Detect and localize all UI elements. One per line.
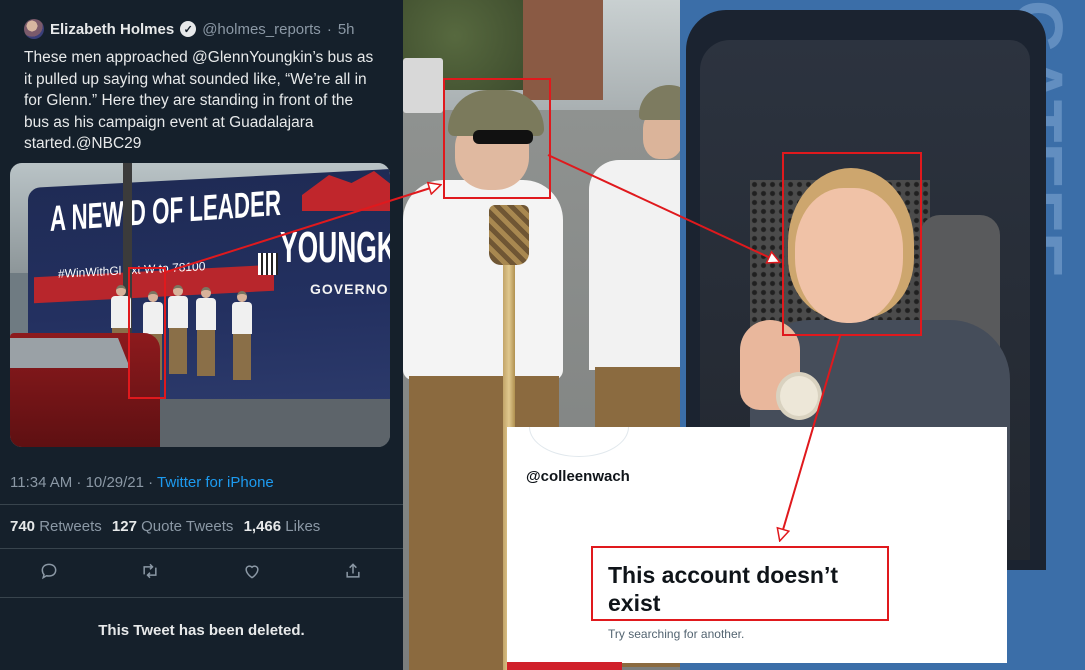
- like-icon[interactable]: [239, 558, 265, 584]
- smartwatch: [776, 372, 822, 420]
- tweet-header: Elizabeth Holmes ✓ @holmes_reports · 5h: [24, 19, 355, 39]
- photo-white-shirt: [403, 180, 563, 380]
- likes-count[interactable]: 1,466: [244, 518, 282, 535]
- tweet-deleted-message: This Tweet has been deleted.: [98, 622, 305, 639]
- profile-card-red-edge: [507, 662, 622, 670]
- reply-icon[interactable]: [36, 558, 62, 584]
- tweet-text: These men approached @GlennYoungkin’s bu…: [24, 49, 374, 152]
- author-name[interactable]: Elizabeth Holmes: [50, 21, 174, 38]
- media-man: [232, 291, 252, 380]
- media-qr-code: [258, 253, 278, 275]
- highlight-box-account-not-exist: [591, 546, 889, 621]
- highlight-box-torch-photo: [443, 78, 551, 199]
- media-bus-name: YOUNGK: [280, 223, 390, 272]
- share-icon[interactable]: [340, 558, 366, 584]
- tweet-stats: 740 Retweets 127 Quote Tweets 1,466 Like…: [10, 518, 320, 535]
- header-separator: ·: [326, 20, 332, 38]
- likes-label[interactable]: Likes: [285, 518, 320, 535]
- profile-handle: @colleenwach: [526, 468, 630, 485]
- retweets-count[interactable]: 740: [10, 518, 35, 535]
- tweet-actions: [36, 558, 366, 584]
- author-handle[interactable]: @holmes_reports: [202, 21, 321, 38]
- quote-tweets-label[interactable]: Quote Tweets: [141, 518, 233, 535]
- account-not-exist-subtitle: Try searching for another.: [608, 627, 745, 641]
- media-man: [196, 287, 216, 376]
- verified-icon: ✓: [180, 21, 197, 37]
- tweet-media-image[interactable]: A NEW D OF LEADER YOUNGK GOVERNO #WinWit…: [10, 163, 390, 447]
- retweet-icon[interactable]: [137, 558, 163, 584]
- tweet-time[interactable]: 11:34 AM · 10/29/21 ·: [10, 474, 157, 491]
- profile-not-found-card: @colleenwach This account doesn’t exist …: [507, 427, 1007, 663]
- media-truck-window: [10, 338, 130, 368]
- author-avatar[interactable]: [24, 19, 44, 39]
- tweet-timestamp: 11:34 AM · 10/29/21 · Twitter for iPhone: [10, 474, 274, 491]
- media-bus-governor: GOVERNO: [310, 281, 389, 297]
- divider: [0, 597, 403, 598]
- retweets-label[interactable]: Retweets: [39, 518, 102, 535]
- quote-tweets-count[interactable]: 127: [112, 518, 137, 535]
- highlight-box-van-photo: [782, 152, 922, 336]
- tweet-panel: Elizabeth Holmes ✓ @holmes_reports · 5h …: [0, 0, 403, 670]
- divider: [0, 548, 403, 549]
- divider: [0, 504, 403, 505]
- tweet-source-link[interactable]: Twitter for iPhone: [157, 474, 274, 491]
- highlight-box-tweet-photo: [128, 267, 166, 399]
- tweet-age[interactable]: 5h: [338, 21, 355, 38]
- media-man: [168, 285, 188, 374]
